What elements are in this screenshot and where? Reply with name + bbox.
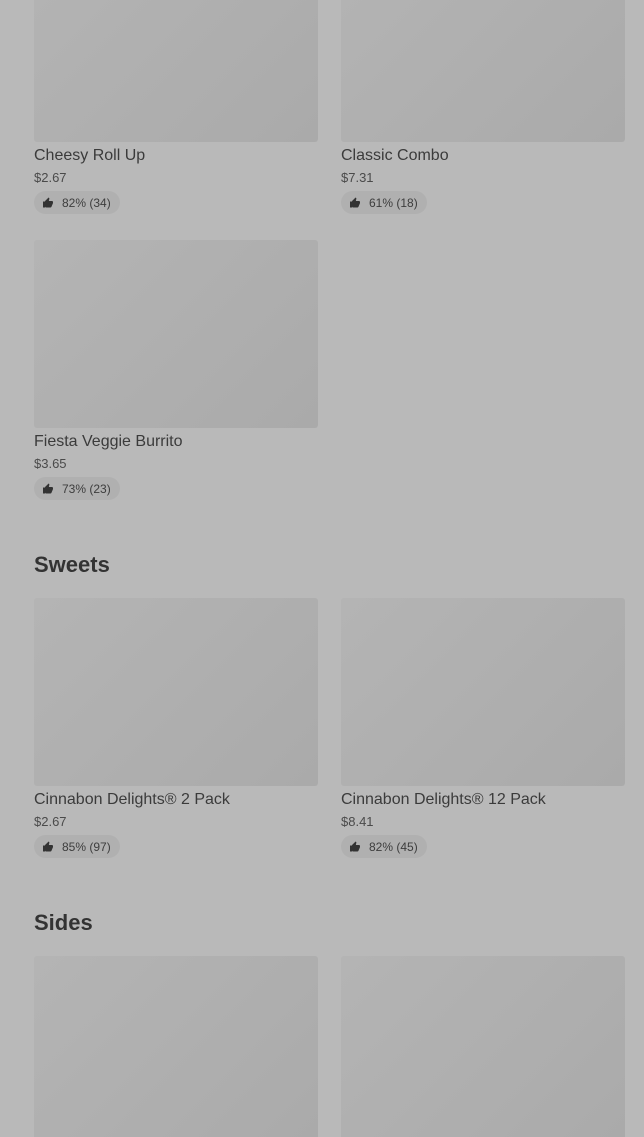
menu-item-image <box>34 240 318 428</box>
rating-text: 82% (45) <box>369 839 418 854</box>
thumbs-up-icon <box>43 841 53 851</box>
section-title-sides: Sides <box>34 910 93 935</box>
rating-badge: 73% (23) <box>34 477 120 500</box>
menu-item-price: $3.65 <box>34 456 67 471</box>
rating-text: 82% (34) <box>62 195 111 210</box>
menu-item-name: Cinnabon Delights® 2 Pack <box>34 791 230 808</box>
menu-item-name: Classic Combo <box>341 147 449 164</box>
rating-text: 73% (23) <box>62 481 111 496</box>
thumbs-up-icon <box>43 197 53 207</box>
thumbs-up-icon <box>350 197 360 207</box>
thumbs-up-icon <box>350 841 360 851</box>
menu-item-name: Cheesy Roll Up <box>34 147 146 164</box>
rating-badge: 82% (34) <box>34 191 120 214</box>
menu-item-card[interactable]: Classic Combo $7.31 61% (18) <box>341 0 625 214</box>
menu-item-card[interactable] <box>341 956 625 1137</box>
menu-item-card[interactable] <box>34 956 318 1137</box>
menu-item-price: $7.31 <box>341 170 374 185</box>
section-title-sweets: Sweets <box>34 552 110 577</box>
menu-item-price: $2.67 <box>34 170 67 185</box>
menu-item-image <box>34 0 318 142</box>
menu-item-image <box>341 598 625 786</box>
menu-item-image <box>34 956 318 1137</box>
rating-badge: 85% (97) <box>34 835 120 858</box>
menu-item-card[interactable]: Cinnabon Delights® 2 Pack $2.67 85% (97) <box>34 598 318 858</box>
menu-item-price: $2.67 <box>34 814 67 829</box>
rating-text: 61% (18) <box>369 195 418 210</box>
rating-text: 85% (97) <box>62 839 111 854</box>
menu-item-image <box>341 956 625 1137</box>
menu-item-image <box>341 0 625 142</box>
menu-item-name: Fiesta Veggie Burrito <box>34 433 183 450</box>
menu-item-image <box>34 598 318 786</box>
menu-item-card[interactable]: Cheesy Roll Up $2.67 82% (34) <box>34 0 318 214</box>
menu-item-price: $8.41 <box>341 814 374 829</box>
thumbs-up-icon <box>43 483 53 493</box>
menu-item-card[interactable]: Fiesta Veggie Burrito $3.65 73% (23) <box>34 240 318 500</box>
menu-item-card[interactable]: Cinnabon Delights® 12 Pack $8.41 82% (45… <box>341 598 625 858</box>
menu-item-name: Cinnabon Delights® 12 Pack <box>341 791 546 808</box>
rating-badge: 61% (18) <box>341 191 427 214</box>
rating-badge: 82% (45) <box>341 835 427 858</box>
